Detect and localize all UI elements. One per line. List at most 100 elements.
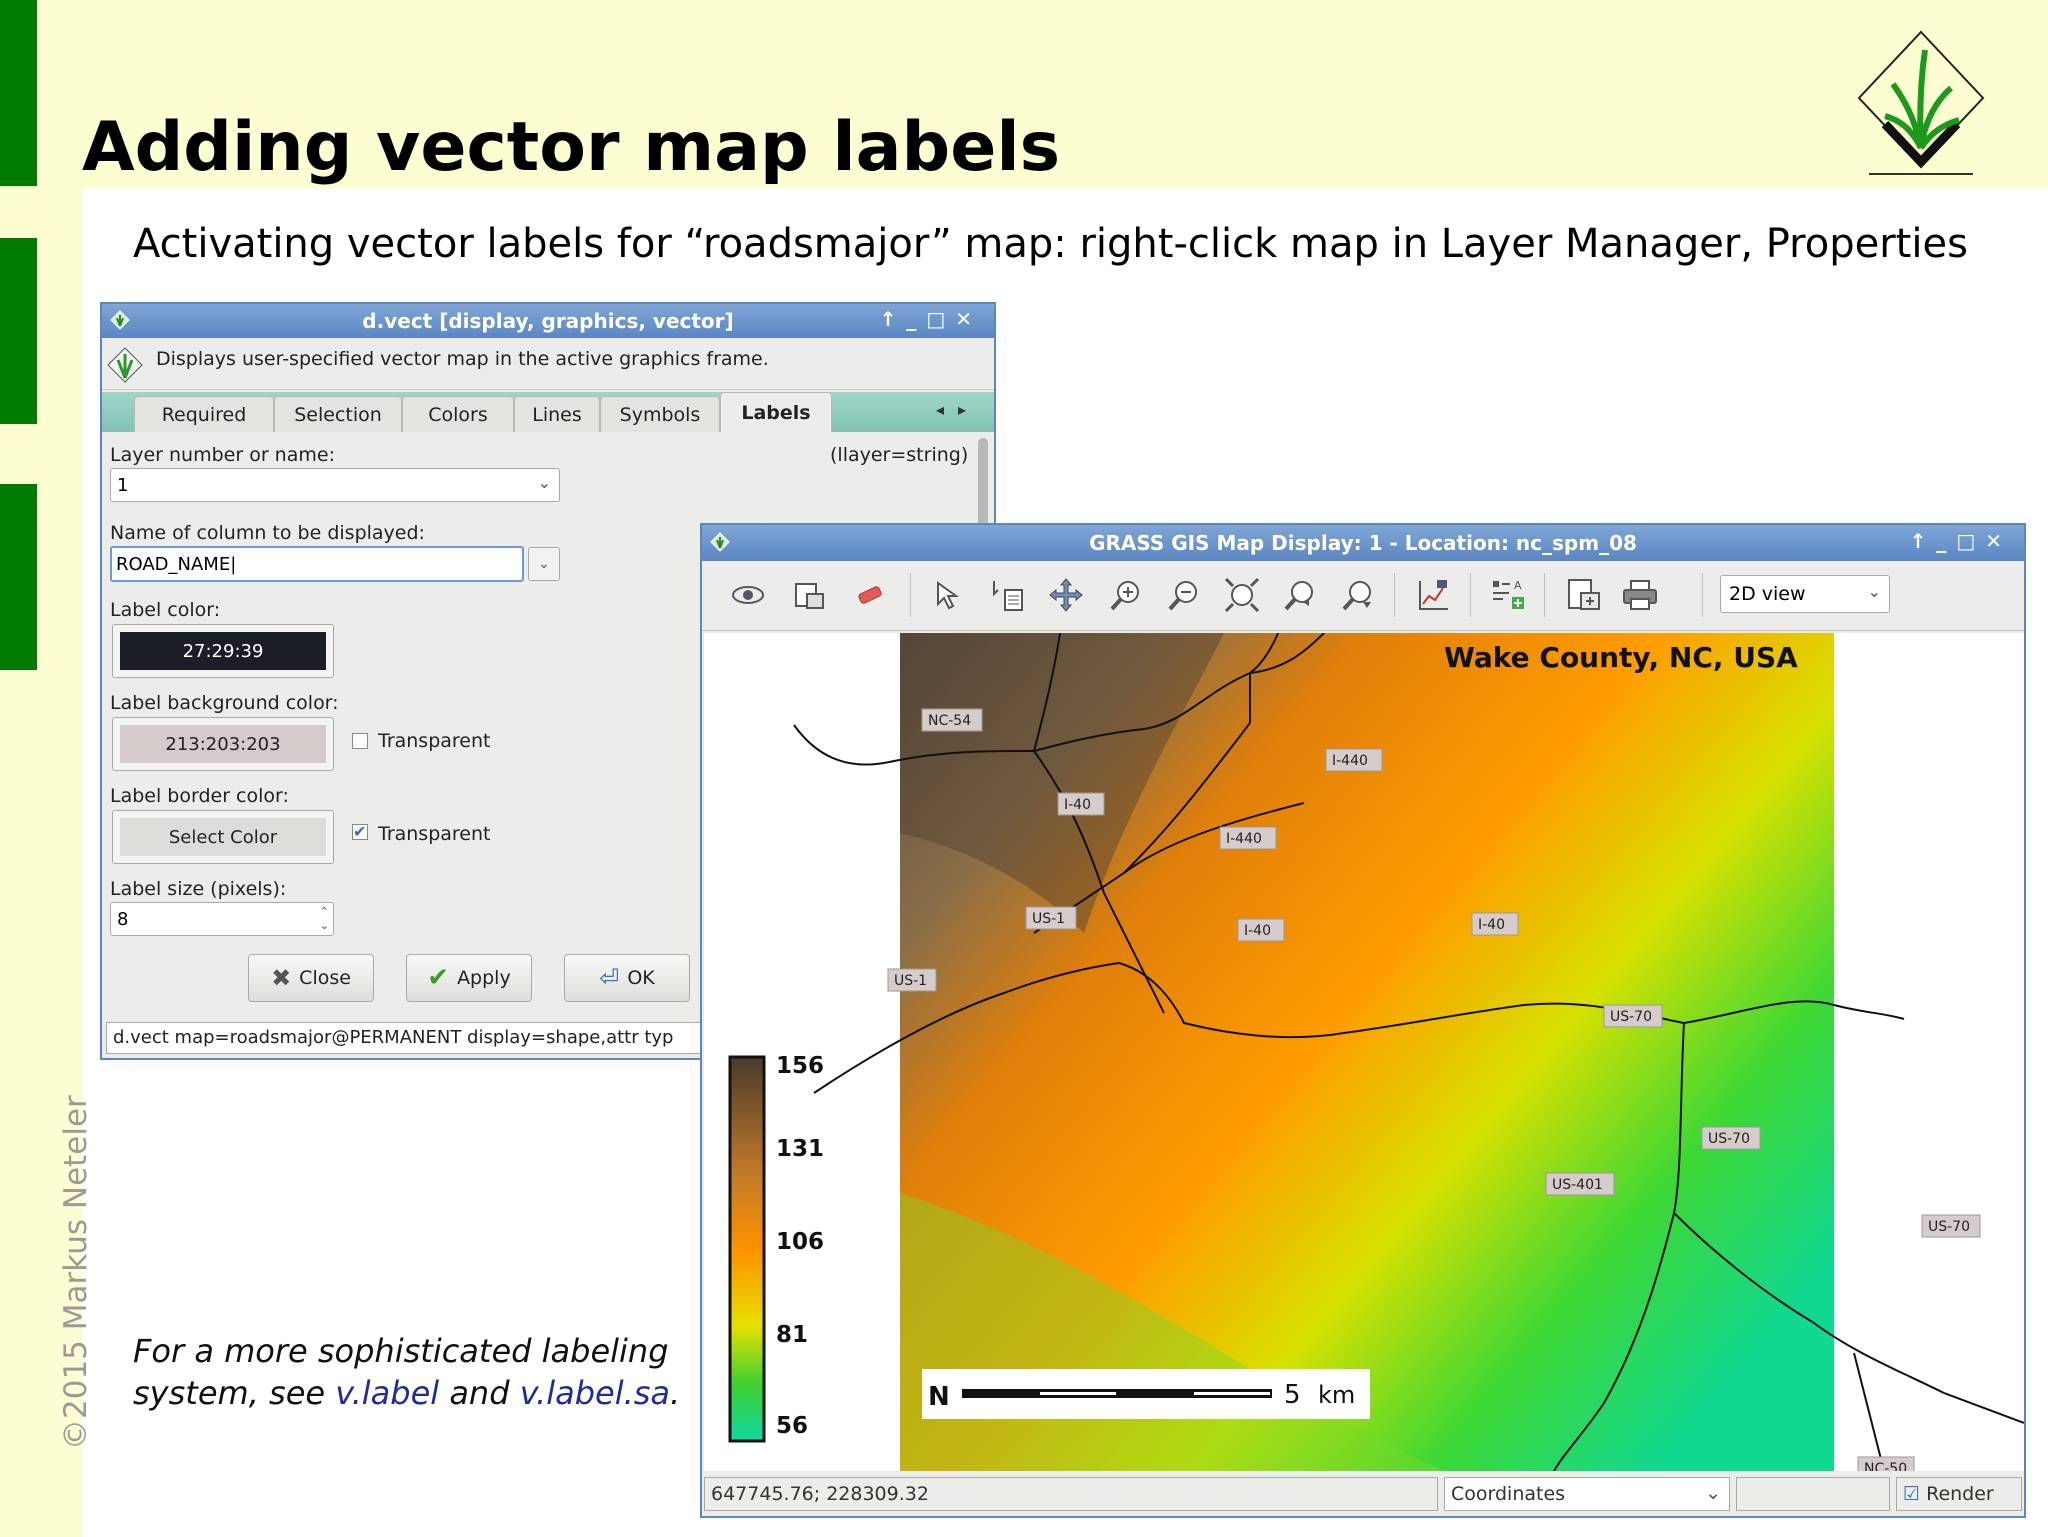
dvect-description-panel: Displays user-specified vector map in th… [102,338,994,390]
zoom-in-icon[interactable] [1106,575,1146,615]
dvect-title: d.vect [display, graphics, vector] [362,309,734,333]
tab-lines[interactable]: Lines [514,396,600,432]
chevron-down-icon: ⌄ [1867,582,1881,601]
svg-text:A: A [1514,579,1522,592]
footnote-text: . [670,1374,681,1412]
zoom-extent-icon[interactable] [1222,575,1262,615]
eye-icon[interactable] [728,575,768,615]
zoom-back-icon[interactable] [1280,575,1320,615]
map-titlebar[interactable]: GRASS GIS Map Display: 1 - Location: nc_… [702,525,2024,561]
north-arrow-icon: N [928,1382,950,1412]
toolbar-separator [1702,573,1703,617]
border-color-button[interactable]: Select Color [112,810,334,864]
v-label-sa-link[interactable]: v.label.sa [520,1374,670,1412]
pointer-icon[interactable] [928,575,968,615]
label-color-button[interactable]: 27:29:39 [112,624,334,678]
grass-logo-icon [1857,30,1985,175]
legend-tick: 56 [776,1413,808,1439]
bg-color-button[interactable]: 213:203:203 [112,717,334,771]
column-dropdown-button[interactable]: ⌄ [528,547,560,581]
apply-button-label: Apply [457,967,511,989]
zoom-menu-icon[interactable] [1338,575,1378,615]
dvect-tabbar: Required Selection Colors Lines Symbols … [102,392,994,432]
render-checkbox[interactable]: ☑ [1903,1483,1920,1505]
print-icon[interactable] [1620,575,1660,615]
analyze-icon[interactable] [1414,575,1454,615]
decoration-icon[interactable]: A [1488,575,1528,615]
eraser-icon[interactable] [850,575,890,615]
render-toggle[interactable]: ☑ Render [1896,1477,2022,1511]
road-label: I-440 [1332,753,1368,769]
close-button[interactable]: ✖ Close [248,954,374,1002]
road-label: US-70 [1708,1131,1750,1147]
border-color-label: Label border color: [110,785,289,807]
save-icon[interactable] [1564,575,1604,615]
footnote-text: system, see [133,1374,336,1412]
zoom-out-icon[interactable] [1164,575,1204,615]
apply-button[interactable]: ✔ Apply [406,954,532,1002]
map-statusbar: 647745.76; 228309.32 Coordinates ⌄ ☑ Rend… [702,1473,2024,1516]
label-color-label: Label color: [110,599,221,621]
legend-tick: 131 [776,1136,824,1162]
tab-required[interactable]: Required [134,396,274,432]
tab-scroll-arrows[interactable]: ◂▸ [936,400,980,419]
status-mode-select[interactable]: Coordinates ⌄ [1444,1477,1730,1511]
bg-color-label: Label background color: [110,692,339,714]
map-canvas[interactable]: Wake County, NC, USA NC-54 I-440 I-40 I-… [704,633,2024,1471]
close-icon: ✖ [271,964,292,992]
border-color-text: Select Color [120,818,326,856]
road-label: US-1 [894,973,927,989]
close-button-label: Close [299,967,351,989]
size-label: Label size (pixels): [110,878,287,900]
ok-button[interactable]: ⏎ OK [564,954,690,1002]
border-transparent-checkbox[interactable]: ✔ [352,824,368,840]
legend-tick: 81 [776,1322,808,1348]
dvect-description: Displays user-specified vector map in th… [156,348,769,370]
pan-icon[interactable] [1046,575,1086,615]
size-spinner[interactable]: 8 ⌃ ⌄ [110,902,334,936]
scale-value: 5 [1284,1380,1301,1410]
footnote-line-2: system, see v.label and v.label.sa. [133,1372,680,1414]
legend-tick: 106 [776,1229,824,1255]
toolbar-separator [1394,573,1395,617]
bg-transparent-label: Transparent [378,730,491,752]
tab-labels[interactable]: Labels [720,392,832,432]
legend-tick: 156 [776,1053,824,1079]
tab-colors[interactable]: Colors [402,396,514,432]
dvect-titlebar[interactable]: d.vect [display, graphics, vector] ↑_□✕ [102,304,994,338]
footnote-line-1: For a more sophisticated labeling [133,1332,669,1370]
enter-icon: ⏎ [599,964,620,992]
tab-selection[interactable]: Selection [274,396,402,432]
side-bar-1 [0,0,37,186]
road-label: I-40 [1478,917,1505,933]
label-color-swatch: 27:29:39 [120,632,326,670]
window-controls[interactable]: ↑_□✕ [880,307,982,331]
slide-subtitle: Activating vector labels for “roadsmajor… [133,221,1968,267]
window-controls[interactable]: ↑_□✕ [1910,529,2012,553]
scale-unit: km [1318,1381,1355,1409]
tab-symbols[interactable]: Symbols [600,396,720,432]
render-label: Render [1926,1483,1994,1505]
grass-logo-icon [107,347,143,383]
road-label: US-70 [1928,1219,1970,1235]
v-label-link[interactable]: v.label [335,1374,439,1412]
status-empty-field [1736,1477,1890,1511]
map-svg: Wake County, NC, USA NC-54 I-440 I-40 I-… [728,633,2024,1471]
toolbar-separator [910,573,911,617]
map-title: GRASS GIS Map Display: 1 - Location: nc_… [1089,531,1637,555]
layer-value: 1 [117,475,129,496]
scale-bar: N 5 km [922,1369,1370,1419]
view-mode-select[interactable]: 2D view ⌄ [1720,575,1890,613]
spin-arrows-icon[interactable]: ⌃ ⌄ [320,905,329,933]
size-value: 8 [117,909,129,930]
toolbar-separator [1544,573,1545,617]
add-layer-icon[interactable] [790,575,830,615]
view-mode-value: 2D view [1729,583,1806,605]
layer-select[interactable]: 1 ⌄ [110,468,560,502]
side-bar-2 [0,238,37,424]
query-icon[interactable] [988,575,1028,615]
road-label: I-40 [1244,923,1271,939]
bg-transparent-checkbox[interactable] [352,733,368,749]
road-label: US-1 [1032,911,1065,927]
column-input[interactable]: ROAD_NAME| [110,546,524,582]
